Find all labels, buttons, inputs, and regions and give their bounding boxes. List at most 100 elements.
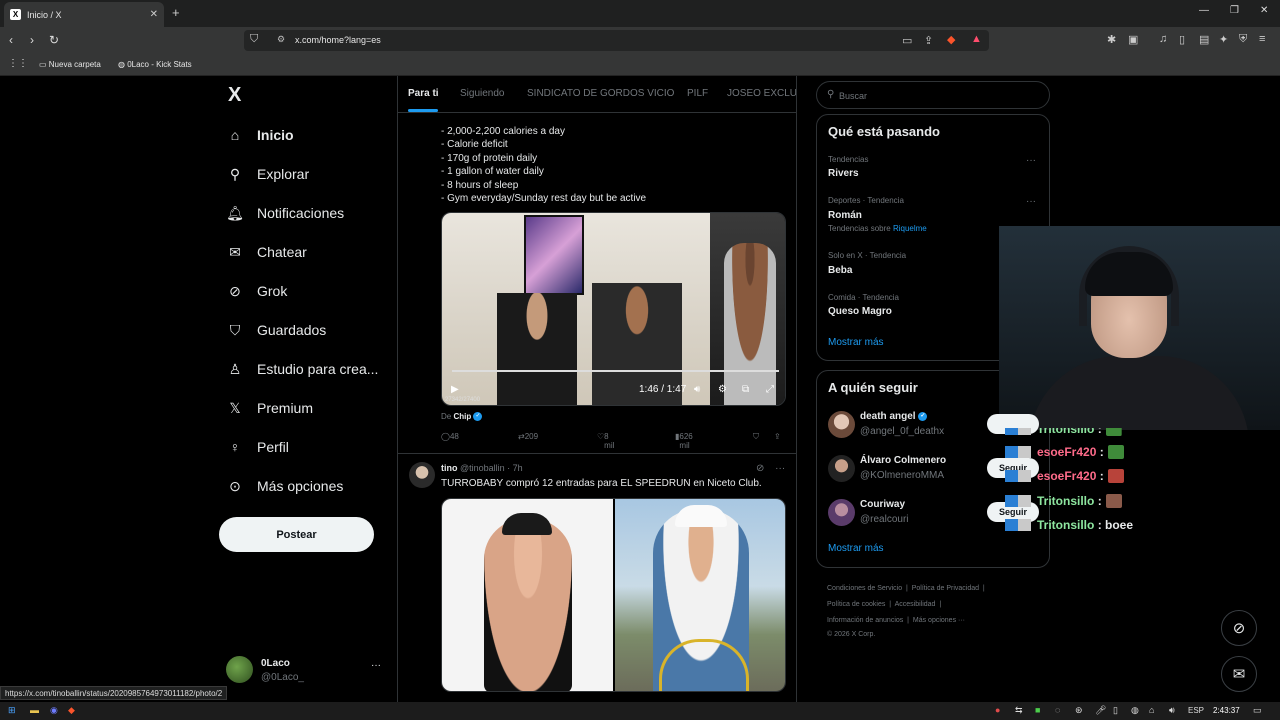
tray-icon[interactable]: ◍ [1131, 705, 1139, 716]
start-icon[interactable]: ⊞ [8, 705, 16, 716]
sidebar-icon[interactable]: ▯ [1179, 33, 1185, 46]
repost-button[interactable]: ⇄ 209 [518, 432, 538, 441]
settings-icon[interactable]: ⚙ [718, 384, 727, 395]
nav-guardados[interactable]: ⛉ Guardados [226, 321, 327, 339]
author-handle-time[interactable]: @tinoballin · 7h [460, 463, 523, 473]
language-indicator[interactable]: ESP [1188, 706, 1204, 715]
address-bar[interactable]: ⛉ ⚙ x.com/home?lang=es ▭ ⇪ ◆ ▲ [244, 30, 989, 51]
tab-list[interactable]: SINDICATO DE GORDOS VICIO [527, 88, 674, 99]
nav-premium[interactable]: 𝕏 Premium [226, 399, 313, 417]
wallet2-icon[interactable]: ▤ [1199, 33, 1209, 46]
play-icon[interactable]: ▶ [451, 384, 459, 395]
footer-link[interactable]: Información de anuncios | Más opciones ·… [827, 617, 965, 624]
more-icon[interactable]: ··· [1026, 155, 1036, 166]
bookmark-page-icon[interactable]: ⛉ [250, 33, 258, 46]
volume-icon[interactable]: 🔊︎ [694, 384, 700, 395]
discord-icon[interactable]: ◉ [50, 705, 58, 716]
nav-explorar[interactable]: ⚲ Explorar [226, 165, 309, 183]
bookmark-icon: ⛉ [229, 321, 241, 338]
new-tab-button[interactable]: + [172, 5, 180, 20]
nav-perfil[interactable]: ♀ Perfil [226, 438, 289, 456]
grok-icon[interactable]: ⊘ [756, 463, 764, 474]
reply-button[interactable]: ◯ 48 [441, 432, 459, 441]
trend-name[interactable]: Rivers [828, 168, 859, 179]
apps-icon[interactable]: ⋮⋮ [8, 58, 28, 69]
trend-name[interactable]: Beba [828, 265, 852, 276]
footer-link[interactable]: Condiciones de Servicio | Política de Pr… [827, 585, 985, 592]
more-icon[interactable]: ··· [371, 660, 381, 671]
tweet-video[interactable]: ▶ 1:46 / 1:47 🔊︎ ⚙ ⧉ ⤢ 27342/27400 [441, 212, 786, 406]
search-input[interactable]: ⚲ Buscar [816, 81, 1050, 109]
footer-link[interactable]: Política de cookies | Accesibilidad | [827, 601, 941, 608]
bookmark-folder[interactable]: ▭ Nueva carpeta [39, 60, 101, 69]
back-icon[interactable]: ‹ [9, 33, 13, 47]
volume-icon[interactable]: 🔊︎ [1169, 705, 1175, 716]
menu-icon[interactable]: ≡ [1259, 33, 1265, 45]
wallet-icon[interactable]: ▣ [1128, 33, 1138, 46]
x-logo-icon[interactable]: X [228, 84, 241, 107]
show-more-trends[interactable]: Mostrar más [828, 337, 884, 348]
views-button[interactable]: ▮ 626 mil [675, 432, 693, 450]
nav-notificaciones[interactable]: 🔔︎ Notificaciones [226, 204, 344, 222]
bookmark-tweet-icon[interactable]: ⛉ [753, 432, 759, 442]
trend-name[interactable]: Román [828, 210, 862, 221]
show-more-who[interactable]: Mostrar más [828, 543, 884, 554]
tray-icon[interactable]: ◌ [1055, 705, 1060, 715]
minimize-icon[interactable]: — [1199, 5, 1209, 16]
tweet-media[interactable] [441, 498, 786, 692]
restore-icon[interactable]: ❐ [1230, 5, 1239, 16]
leo-icon[interactable]: ✦ [1219, 33, 1228, 46]
extensions-icon[interactable]: ✱ [1107, 33, 1116, 46]
share-tweet-icon[interactable]: ⇪ [774, 432, 781, 441]
tab-siguiendo[interactable]: Siguiendo [460, 88, 504, 99]
brave-shield-icon[interactable]: ◆ [947, 33, 955, 46]
tab-list[interactable]: PILF [687, 88, 708, 99]
site-info-icon[interactable]: ⚙ [277, 34, 285, 45]
media-icon[interactable]: ♫ [1159, 33, 1167, 45]
bookmark-kick-stats[interactable]: ◍ 0Laco - Kick Stats [118, 60, 192, 69]
nav-chatear[interactable]: ✉ Chatear [226, 243, 307, 261]
avatar[interactable] [409, 462, 435, 488]
nav-grok[interactable]: ⊘ Grok [226, 282, 287, 300]
grok-fab-icon[interactable]: ⊘ [1221, 610, 1257, 646]
trend-name[interactable]: Queso Magro [828, 306, 892, 317]
pip-icon[interactable]: ⧉ [742, 384, 749, 395]
tray-icon[interactable]: ⇆ [1015, 705, 1023, 716]
more-icon[interactable]: ··· [775, 463, 785, 474]
cast-icon[interactable]: ▭ [902, 34, 912, 47]
related-link[interactable]: Riquelme [893, 224, 927, 233]
nav-mas-opciones[interactable]: ⊙ Más opciones [226, 477, 343, 495]
brave-rewards-icon[interactable]: ▲ [971, 33, 982, 45]
like-button[interactable]: ♡ 8 mil [597, 432, 614, 450]
tab-para-ti[interactable]: Para ti [408, 88, 439, 99]
forward-icon[interactable]: › [30, 33, 34, 47]
vpn-icon[interactable]: ⛨ [1239, 33, 1247, 46]
share-icon[interactable]: ⇪ [924, 34, 933, 47]
browser-tab[interactable]: X Inicio / X ✕ [4, 2, 164, 27]
mic-icon[interactable]: 🎤︎ [1095, 705, 1106, 716]
credit-name[interactable]: Chip [453, 412, 471, 421]
author-name[interactable]: tino [441, 463, 458, 473]
video-progress-bar[interactable] [452, 370, 779, 372]
close-tab-icon[interactable]: ✕ [150, 9, 158, 20]
close-window-icon[interactable]: ✕ [1260, 5, 1268, 16]
nav-inicio[interactable]: ⌂ Inicio [226, 126, 294, 144]
post-button[interactable]: Postear [219, 517, 374, 552]
fullscreen-icon[interactable]: ⤢ [766, 384, 774, 395]
account-switcher[interactable]: 0Laco @0Laco_ ··· [226, 654, 386, 686]
messages-fab-icon[interactable]: ✉ [1221, 656, 1257, 692]
tray-icon[interactable]: ■ [1035, 705, 1040, 715]
network-icon[interactable]: ⌂ [1149, 705, 1154, 715]
clock[interactable]: 2:43:37 [1213, 706, 1240, 715]
more-icon[interactable]: ··· [1026, 196, 1036, 207]
url-text[interactable]: x.com/home?lang=es [295, 35, 381, 45]
brave-taskbar-icon[interactable]: ◆ [68, 705, 75, 716]
nav-estudio[interactable]: ♙ Estudio para crea... [226, 360, 379, 378]
battery-icon[interactable]: ▯ [1113, 705, 1118, 716]
tab-list[interactable]: JOSEO EXCLUSI [727, 88, 796, 99]
tray-icon[interactable]: ● [995, 705, 1000, 715]
explorer-icon[interactable]: ▬ [30, 705, 39, 715]
tray-icon[interactable]: ⊛ [1075, 705, 1083, 716]
notifications-icon[interactable]: ▭ [1253, 705, 1262, 716]
reload-icon[interactable]: ↻ [49, 33, 59, 47]
